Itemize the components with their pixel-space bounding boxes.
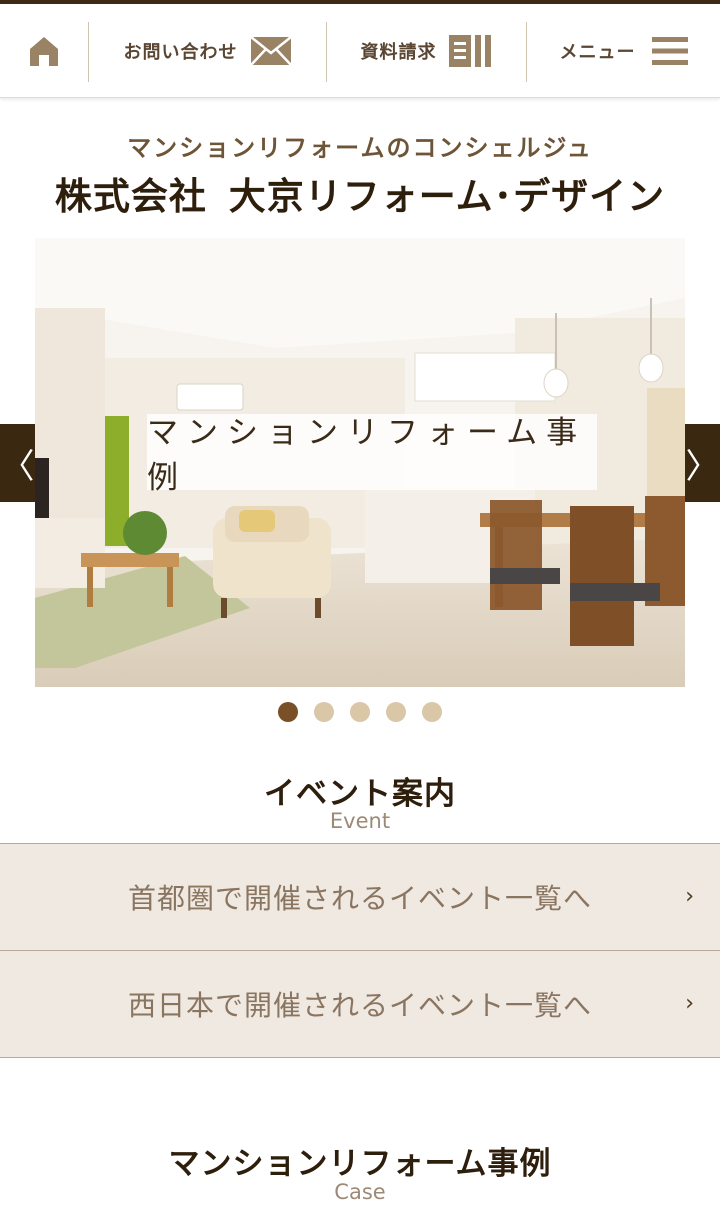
divider — [0, 1057, 720, 1058]
slider-dot[interactable] — [386, 702, 406, 722]
event-section-title: イベント案内 — [264, 776, 456, 812]
contact-label: お問い合わせ — [123, 42, 238, 63]
slider-dot[interactable] — [278, 702, 298, 722]
slider-dot[interactable] — [350, 702, 370, 722]
menu-button[interactable]: メニュー — [527, 4, 720, 98]
slider-pagination — [0, 702, 720, 722]
envelope-icon — [249, 36, 292, 66]
document-icon — [448, 35, 491, 67]
event-link-west-japan[interactable]: 西日本で開催されるイベント一覧へ › — [0, 950, 720, 1057]
docs-label: 資料請求 — [360, 42, 437, 63]
chevron-right-icon: › — [685, 884, 694, 909]
menu-label: メニュー — [559, 42, 636, 63]
chevron-right-icon: 〉 — [685, 446, 720, 487]
chevron-left-icon: 〈 — [0, 446, 35, 487]
event-link-capital-area[interactable]: 首都圏で開催されるイベント一覧へ › — [0, 843, 720, 950]
contact-button[interactable]: お問い合わせ — [89, 4, 326, 98]
slide-caption: マンションリフォーム事例 — [147, 414, 597, 496]
document-request-button[interactable]: 資料請求 — [327, 4, 526, 98]
case-section-title: マンションリフォーム事例 — [168, 1146, 552, 1182]
slider-dot[interactable] — [314, 702, 334, 722]
chevron-right-icon: › — [685, 991, 694, 1016]
hero-slider[interactable]: マンションリフォーム事例 — [35, 238, 685, 687]
company-prefix: 株式会社 — [54, 175, 207, 218]
case-section-subtitle: Case — [334, 1180, 386, 1204]
event-link-label: 西日本で開催されるイベント一覧へ — [127, 989, 592, 1022]
slider-next-button[interactable]: 〉 — [685, 424, 720, 502]
home-button[interactable] — [0, 4, 88, 98]
company-logo[interactable]: 株式会社 大京リフォーム･デザイン — [0, 166, 720, 220]
event-section-subtitle: Event — [329, 809, 391, 833]
slider-prev-button[interactable]: 〈 — [0, 424, 35, 502]
hamburger-icon — [651, 37, 688, 65]
home-icon — [30, 37, 58, 66]
site-tagline: マンションリフォームのコンシェルジュ — [127, 134, 593, 162]
company-name: 大京リフォーム･デザイン — [228, 175, 666, 218]
site-header: お問い合わせ 資料請求 メニュー — [0, 4, 720, 98]
event-link-label: 首都圏で開催されるイベント一覧へ — [127, 882, 592, 915]
slider-dot[interactable] — [422, 702, 442, 722]
